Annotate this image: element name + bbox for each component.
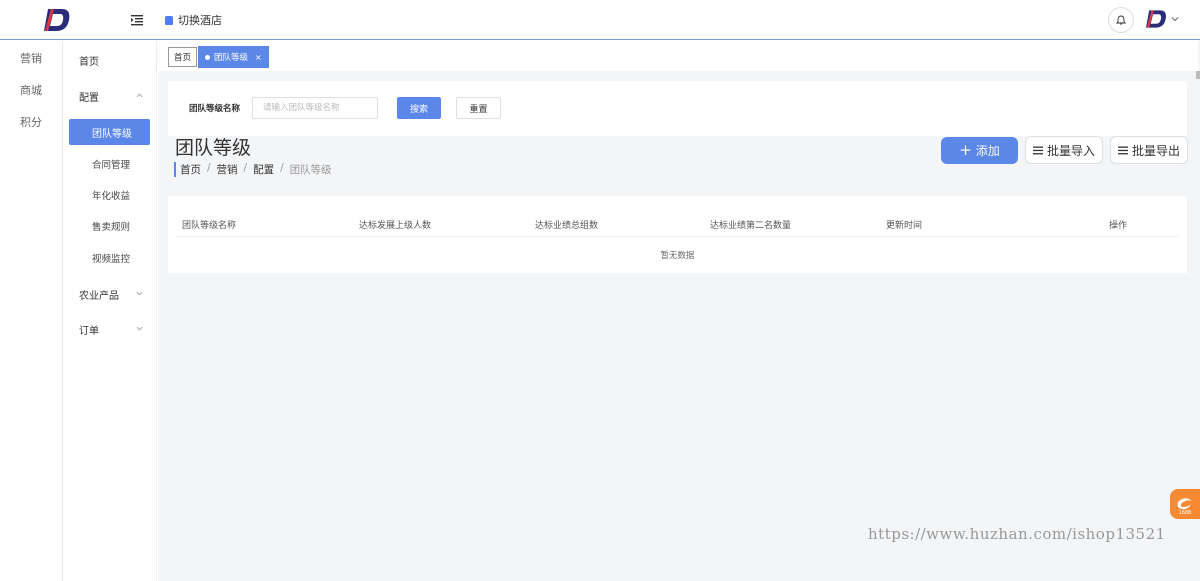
breadcrumb-separator: / (243, 162, 248, 174)
alibaba-widget-button[interactable]: 1688 (1170, 489, 1200, 519)
search-panel: 团队等级名称 搜索 重置 (168, 81, 1187, 136)
sidebar-item-team-level[interactable]: 团队等级 (69, 119, 150, 145)
scrollbar[interactable] (1196, 71, 1200, 79)
column-header: 团队等级名称 (182, 221, 237, 231)
rail-item-points[interactable]: 积分 (0, 106, 62, 138)
empty-state-text: 暂无数据 (660, 251, 695, 261)
switch-hotel-button[interactable]: 切换酒店 (165, 12, 222, 28)
search-label: 团队等级名称 (189, 104, 241, 114)
avatar (1146, 10, 1166, 28)
add-button[interactable]: + 添加 (941, 137, 1018, 164)
batch-import-label: 批量导入 (1046, 143, 1095, 158)
sidebar-item-home[interactable]: 首页 (63, 47, 157, 73)
sidebar-item-sales-rules[interactable]: 售卖规则 (63, 213, 157, 239)
bell-icon (1116, 15, 1126, 25)
rail-item-label: 商城 (20, 84, 42, 97)
top-header: 切换酒店 (0, 0, 1200, 40)
sidebar-item-label: 配置 (79, 92, 99, 104)
sidebar: 首页 配置 团队等级 合同管理 年化收益 售卖规则 视频监控 农业产品 订单 (63, 41, 157, 581)
chevron-down-icon (136, 326, 143, 331)
watermark: https://www.huzhan.com/ishop13521 (868, 525, 1166, 543)
list-icon (1117, 146, 1128, 154)
breadcrumb-current: 团队等级 (289, 164, 332, 176)
breadcrumb-item[interactable]: 营销 (217, 162, 238, 177)
sidebar-item-label: 订单 (79, 325, 99, 337)
module-rail: 营销 商城 积分 (0, 41, 63, 581)
sidebar-item-label: 首页 (79, 56, 99, 68)
column-header: 达标业绩总组数 (535, 221, 599, 231)
active-dot-icon (205, 54, 210, 60)
sidebar-item-label: 团队等级 (92, 128, 132, 140)
notification-button[interactable] (1108, 7, 1134, 33)
reset-button[interactable]: 重置 (456, 97, 501, 119)
column-header: 达标发展上级人数 (359, 221, 432, 231)
team-level-search-input[interactable] (252, 97, 378, 119)
column-header: 操作 (1109, 221, 1128, 231)
chevron-down-icon (1171, 17, 1179, 22)
rail-item-marketing[interactable]: 营销 (0, 42, 62, 74)
rail-item-mall[interactable]: 商城 (0, 74, 62, 106)
search-button[interactable]: 搜索 (397, 97, 441, 119)
tabs-bar: 首页 团队等级 × (158, 41, 1198, 71)
plus-icon: + (959, 141, 972, 159)
batch-export-button[interactable]: 批量导出 (1110, 136, 1188, 164)
breadcrumb: 首页 / 营销 / 配置 / 团队等级 (174, 162, 332, 177)
breadcrumb-separator: / (280, 162, 284, 174)
sidebar-item-label: 农业产品 (79, 290, 119, 302)
sidebar-item-label: 年化收益 (92, 191, 131, 202)
close-icon[interactable]: × (255, 53, 262, 62)
list-icon (1032, 146, 1043, 154)
sidebar-item-orders[interactable]: 订单 (63, 316, 157, 342)
breadcrumb-item[interactable]: 配置 (253, 162, 274, 177)
add-button-label: 添加 (975, 144, 1000, 158)
user-menu[interactable] (1146, 9, 1179, 29)
tab-home[interactable]: 首页 (168, 47, 198, 67)
column-header: 更新时间 (886, 221, 923, 231)
svg-text:1688: 1688 (1179, 510, 1192, 515)
hotel-icon (165, 15, 173, 25)
chevron-up-icon (136, 93, 143, 98)
sidebar-item-config[interactable]: 配置 (63, 83, 157, 109)
rail-item-label: 营销 (20, 52, 42, 65)
chevron-down-icon (136, 291, 143, 296)
app-logo[interactable] (44, 8, 72, 32)
main-content: 首页 团队等级 × 团队等级名称 搜索 重置 团队等级 首页 / 营销 / 配置… (158, 41, 1200, 581)
breadcrumb-separator: / (207, 162, 211, 174)
menu-fold-icon[interactable] (130, 13, 144, 27)
breadcrumb-item[interactable]: 首页 (180, 162, 201, 177)
sidebar-item-annual-yield[interactable]: 年化收益 (63, 182, 157, 208)
sidebar-item-agri-products[interactable]: 农业产品 (63, 281, 157, 307)
sidebar-item-label: 售卖规则 (92, 222, 131, 233)
table-header-row: 团队等级名称 达标发展上级人数 达标业绩总组数 达标业绩第二名数量 更新时间 操… (176, 213, 1179, 237)
tab-label: 首页 (174, 53, 192, 63)
switch-hotel-label: 切换酒店 (178, 14, 222, 27)
sidebar-item-label: 视频监控 (92, 254, 131, 265)
page-title: 团队等级 (175, 137, 252, 159)
tab-label: 团队等级 (214, 53, 249, 63)
rail-item-label: 积分 (20, 116, 42, 129)
data-table: 团队等级名称 达标发展上级人数 达标业绩总组数 达标业绩第二名数量 更新时间 操… (168, 196, 1187, 273)
tab-team-level[interactable]: 团队等级 × (198, 46, 269, 68)
sidebar-item-label: 合同管理 (92, 160, 131, 171)
batch-import-button[interactable]: 批量导入 (1025, 136, 1103, 164)
column-header: 达标业绩第二名数量 (710, 221, 792, 231)
sidebar-item-video-monitor[interactable]: 视频监控 (63, 245, 157, 271)
batch-export-label: 批量导出 (1131, 143, 1180, 158)
alibaba-logo-icon: 1688 (1177, 498, 1192, 515)
sidebar-item-contract[interactable]: 合同管理 (63, 151, 157, 177)
